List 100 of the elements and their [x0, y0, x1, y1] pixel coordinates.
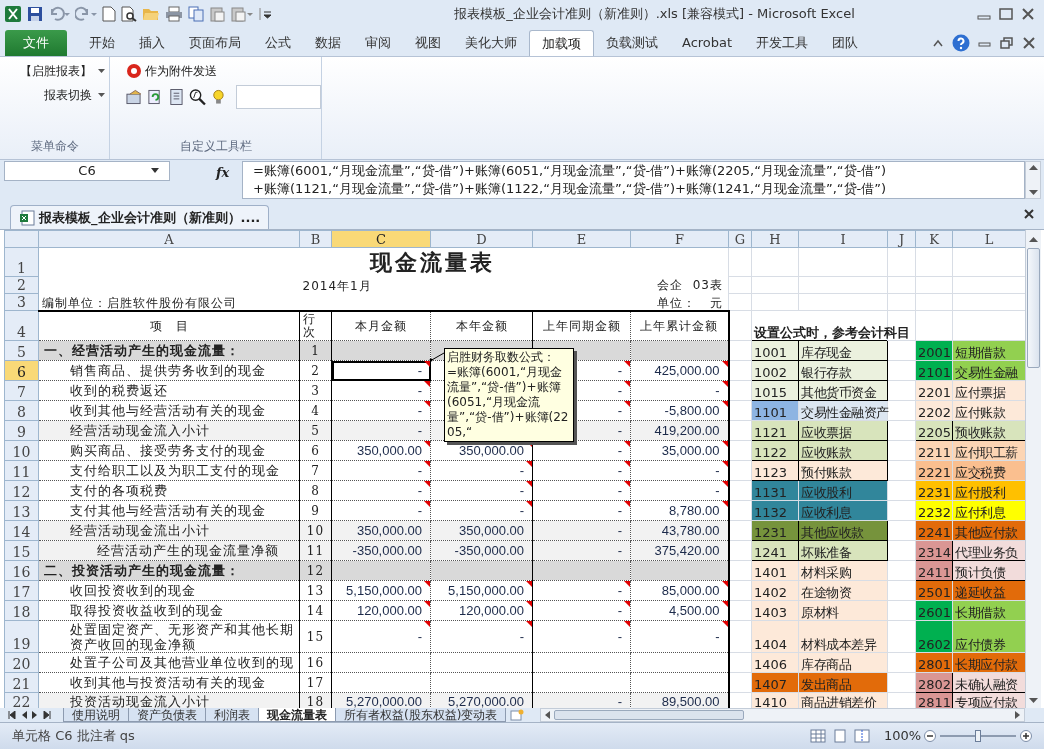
row-label: 处置固定资产、无形资产和其他长期资产收回的现金净额: [69, 621, 295, 652]
column-header[interactable]: C: [331, 230, 431, 248]
sheet-tab[interactable]: 利润表: [205, 708, 259, 722]
status-message: 单元格 C6 批注者 qs: [12, 727, 136, 746]
column-header[interactable]: I: [798, 230, 888, 248]
amount-value: -: [417, 629, 422, 644]
row-header[interactable]: 14: [4, 520, 39, 541]
group-label: 菜单命令: [29, 138, 80, 155]
ribbon-tab[interactable]: 公式: [253, 30, 303, 56]
row-label: 投资活动现金流入小计: [69, 694, 211, 708]
column-header[interactable]: F: [630, 230, 729, 248]
file-tab[interactable]: 文件: [5, 30, 67, 56]
row-label: 收到其他与投资活动有关的现金: [69, 675, 267, 690]
row-header[interactable]: 20: [4, 652, 39, 673]
row-header[interactable]: 12: [4, 480, 39, 501]
column-label: 上年累计金额: [639, 318, 720, 333]
account-code: 1404: [751, 620, 799, 653]
row-header[interactable]: 11: [4, 460, 39, 481]
column-header[interactable]: K: [915, 230, 953, 248]
line-number: 13: [305, 583, 326, 598]
row-label: 经营活动产生的现金流量净额: [96, 543, 280, 558]
amount-value: -: [617, 383, 622, 398]
formula-field[interactable]: =账簿(6001,“月现金流量”,“贷-借”)+账簿(6051,“月现金流量”,“贷-借”)+账簿(2205,“月现金流量”,“贷-借”) +账簿(1121,“月现金流量”,“贷-借”)+账簿(1122,“月现金流量”,“贷-借”)+账簿(1241,“月现金流量”,“贷-借”): [242, 161, 1025, 199]
zoom-level[interactable]: 100%: [884, 726, 924, 746]
ribbon-tab[interactable]: 视图: [403, 30, 453, 56]
formula-text: +账簿(1121,“月现金流量”,“贷-借”)+账簿(1122,“月现金流量”,“贷-借”)+账簿(1241,“月现金流量”,“贷-借”): [253, 180, 888, 198]
column-header[interactable]: L: [952, 230, 1025, 248]
row-header[interactable]: 18: [4, 600, 39, 621]
row-header[interactable]: 8: [4, 400, 39, 421]
row-header[interactable]: 15: [4, 540, 39, 561]
row-header[interactable]: 21: [4, 672, 39, 693]
row-label: 二、投资活动产生的现金流量：: [43, 563, 241, 578]
ribbon-tab[interactable]: 开始: [77, 30, 127, 56]
column-header[interactable]: J: [887, 230, 916, 248]
ribbon-tab[interactable]: 加载项: [529, 30, 594, 56]
amount-value: -: [617, 694, 622, 708]
amount-value: -: [417, 403, 422, 418]
amount-value: -: [617, 603, 622, 618]
insert-function-button[interactable]: fx: [216, 163, 236, 183]
account-name: 库存现金: [798, 340, 888, 361]
amount-value: -: [715, 463, 720, 478]
sheet-tab[interactable]: 资产负债表: [128, 708, 206, 722]
ribbon-tab[interactable]: 开发工具: [744, 30, 821, 56]
row-label: 支付的各项税费: [69, 483, 169, 498]
column-header[interactable]: D: [430, 230, 533, 248]
column-header[interactable]: G: [728, 230, 752, 248]
comment-box: 启胜财务取数公式： =账簿(6001,“月现金流量”,“贷-借”)+账簿(6051,“月现金流量”,“贷-借”)+账簿(2205,“: [444, 348, 574, 442]
row-header[interactable]: 10: [4, 440, 39, 461]
line-number: 18: [305, 694, 326, 708]
ribbon-tab[interactable]: 负载测试: [594, 30, 670, 56]
row-header[interactable]: 6: [4, 360, 39, 381]
amount-value: -: [519, 483, 524, 498]
row-label: 收到的税费返还: [69, 383, 169, 398]
amount-value: -: [519, 503, 524, 518]
dropdown-button[interactable]: 报表切换: [44, 85, 105, 105]
row-header[interactable]: 9: [4, 420, 39, 441]
amount-value: -: [617, 629, 622, 644]
ribbon-tab[interactable]: 页面布局: [177, 30, 253, 56]
workbook-tab[interactable]: 报表模板_企业会计准则（新准则）....: [10, 205, 270, 229]
row-header[interactable]: 13: [4, 500, 39, 521]
row-header[interactable]: 16: [4, 560, 39, 581]
row-header[interactable]: 1: [4, 247, 39, 277]
name-box[interactable]: C6: [4, 161, 170, 181]
window-title: 报表模板_企业会计准则（新准则）.xls [兼容模式] - Microsoft Excel: [453, 5, 856, 24]
amount-value: 5,270,000.00: [448, 694, 524, 708]
line-number: 16: [305, 655, 326, 670]
row-header[interactable]: 19: [4, 620, 39, 653]
amount-value: 5,150,000.00: [448, 583, 524, 598]
ribbon-tab[interactable]: 团队: [820, 30, 871, 56]
ribbon-tab[interactable]: 美化大师: [453, 30, 529, 56]
column-header[interactable]: B: [299, 230, 332, 248]
amount-value: -: [617, 583, 622, 598]
ribbon-tab[interactable]: 审阅: [353, 30, 403, 56]
column-header[interactable]: A: [38, 230, 300, 248]
amount-value: -: [617, 463, 622, 478]
row-label: 支付给职工以及为职工支付的现金: [69, 463, 281, 478]
amount-value: -: [715, 629, 720, 644]
column-header[interactable]: E: [532, 230, 631, 248]
row-header[interactable]: 7: [4, 380, 39, 401]
column-header[interactable]: H: [751, 230, 799, 248]
column-label: 本月金额: [354, 318, 408, 333]
ribbon-tab[interactable]: 数据: [303, 30, 353, 56]
amount-value: -5,800.00: [664, 403, 720, 418]
report-title: 现金流量表: [368, 248, 496, 277]
amount-value: -350,000.00: [454, 543, 524, 558]
amount-value: -350,000.00: [352, 543, 422, 558]
sheet-tab[interactable]: 所有者权益(股东权益)变动表: [335, 708, 507, 722]
row-label: 经营活动现金流出小计: [69, 523, 211, 538]
amount-value: 5,150,000.00: [346, 583, 422, 598]
row-header[interactable]: 4: [4, 310, 39, 341]
sheet-tab[interactable]: 现金流量表: [258, 708, 336, 722]
ribbon-tab[interactable]: Acrobat: [670, 30, 745, 56]
dropdown-button[interactable]: 【启胜报表】: [20, 61, 105, 81]
send-attachment-button[interactable]: 作为附件发送: [126, 61, 321, 81]
amount-value: 350,000.00: [458, 443, 524, 458]
active-cell[interactable]: -: [331, 360, 431, 381]
row-header[interactable]: 5: [4, 340, 39, 361]
row-header[interactable]: 17: [4, 580, 39, 601]
ribbon-tab[interactable]: 插入: [127, 30, 177, 56]
sheet-tab[interactable]: 使用说明: [63, 708, 129, 722]
